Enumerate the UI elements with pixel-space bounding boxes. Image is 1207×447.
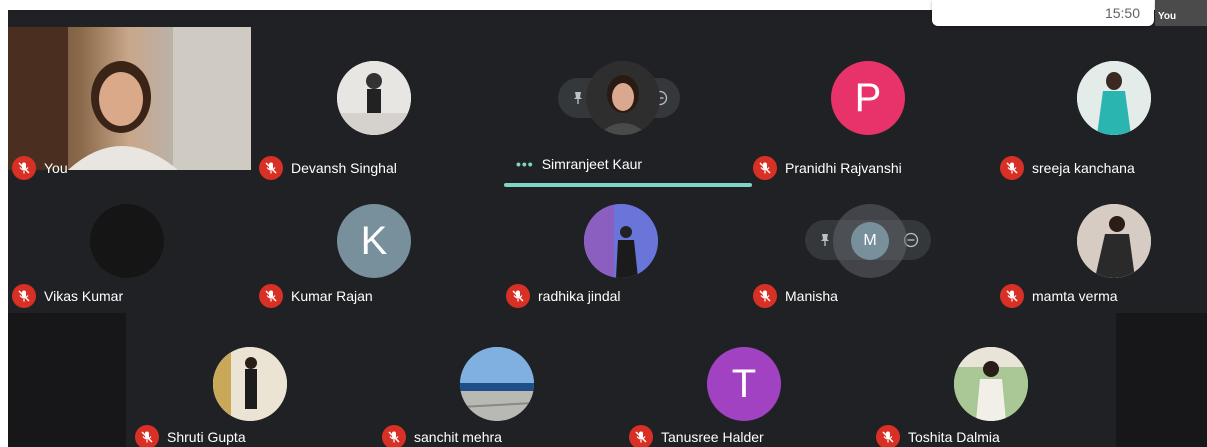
- mic-off-icon: [259, 284, 283, 308]
- participant-name: Tanusree Halder: [661, 429, 764, 445]
- avatar: P: [831, 61, 905, 135]
- participant-nameplate: sanchit mehra: [382, 425, 502, 447]
- participant-nameplate: mamta verma: [1000, 284, 1118, 308]
- mic-off-icon: [753, 284, 777, 308]
- mic-off-icon: [1000, 284, 1024, 308]
- participant-name: Manisha: [785, 288, 838, 304]
- self-view-thumbnail[interactable]: You: [1155, 0, 1207, 26]
- mic-off-icon: [382, 425, 406, 447]
- avatar: T: [707, 347, 781, 421]
- meeting-top-bar: 15:50: [932, 0, 1154, 26]
- participant-nameplate: Toshita Dalmia: [876, 425, 1000, 447]
- participant-name: Kumar Rajan: [291, 288, 373, 304]
- participant-name: sanchit mehra: [414, 429, 502, 445]
- participant-tile-radhika-jindal[interactable]: radhika jindal: [502, 170, 745, 313]
- grid-margin-right: [1116, 313, 1207, 447]
- participant-tile-you[interactable]: You: [8, 27, 251, 180]
- grid-margin-left: [8, 313, 126, 447]
- participant-tile-manisha[interactable]: M Manisha: [749, 170, 992, 313]
- avatar: K: [337, 204, 411, 278]
- participant-nameplate: Manisha: [753, 284, 838, 308]
- avatar-letter: P: [854, 75, 882, 120]
- participant-tile-devansh-singhal[interactable]: Devansh Singhal: [255, 27, 498, 180]
- mic-off-icon: [135, 425, 159, 447]
- avatar: [586, 61, 660, 135]
- meeting-clock: 15:50: [1104, 5, 1140, 21]
- self-view-label: You: [1158, 11, 1177, 22]
- participant-tile-simranjeet-kaur[interactable]: ••• Simranjeet Kaur: [502, 27, 752, 187]
- mic-off-icon: [12, 284, 36, 308]
- avatar: [584, 204, 658, 278]
- participant-nameplate: Shruti Gupta: [135, 425, 246, 447]
- participant-nameplate: radhika jindal: [506, 284, 621, 308]
- self-video: [8, 27, 251, 170]
- participant-name: Shruti Gupta: [167, 429, 246, 445]
- avatar: M: [851, 222, 889, 260]
- avatar: [337, 61, 411, 135]
- mic-off-icon: [876, 425, 900, 447]
- avatar-letter: T: [731, 361, 757, 406]
- participant-name: radhika jindal: [538, 288, 621, 304]
- participant-name: mamta verma: [1032, 288, 1118, 304]
- avatar: [213, 347, 287, 421]
- participant-tile-vikas-kumar[interactable]: Vikas Kumar: [8, 170, 251, 313]
- participant-tile-shruti-gupta[interactable]: Shruti Gupta: [131, 313, 374, 447]
- avatar: [90, 204, 164, 278]
- participant-tile-mamta-verma[interactable]: mamta verma: [996, 170, 1207, 313]
- avatar: [954, 347, 1028, 421]
- participant-name: Toshita Dalmia: [908, 429, 1000, 445]
- avatar: [1077, 61, 1151, 135]
- meeting-grid: You Devansh Singhal ••• Simranjeet Kaur …: [8, 10, 1207, 447]
- participant-tile-sanchit-mehra[interactable]: sanchit mehra: [378, 313, 621, 447]
- mic-off-icon: [506, 284, 530, 308]
- avatar-letter: K: [360, 218, 388, 263]
- participant-tile-kumar-rajan[interactable]: K Kumar Rajan: [255, 170, 498, 313]
- mic-off-icon: [629, 425, 653, 447]
- participant-tile-toshita-dalmia[interactable]: Toshita Dalmia: [872, 313, 1115, 447]
- participant-tile-pranidhi-rajvanshi[interactable]: P Pranidhi Rajvanshi: [749, 27, 992, 180]
- avatar-letter: M: [863, 232, 877, 249]
- avatar: [1077, 204, 1151, 278]
- participant-tile-sreeja-kanchana[interactable]: sreeja kanchana: [996, 27, 1207, 180]
- participant-nameplate: Kumar Rajan: [259, 284, 373, 308]
- participant-name: Vikas Kumar: [44, 288, 124, 304]
- participant-tile-tanusree-halder[interactable]: T Tanusree Halder: [625, 313, 868, 447]
- participant-nameplate: Vikas Kumar: [12, 284, 123, 308]
- avatar: [460, 347, 534, 421]
- participant-nameplate: Tanusree Halder: [629, 425, 764, 447]
